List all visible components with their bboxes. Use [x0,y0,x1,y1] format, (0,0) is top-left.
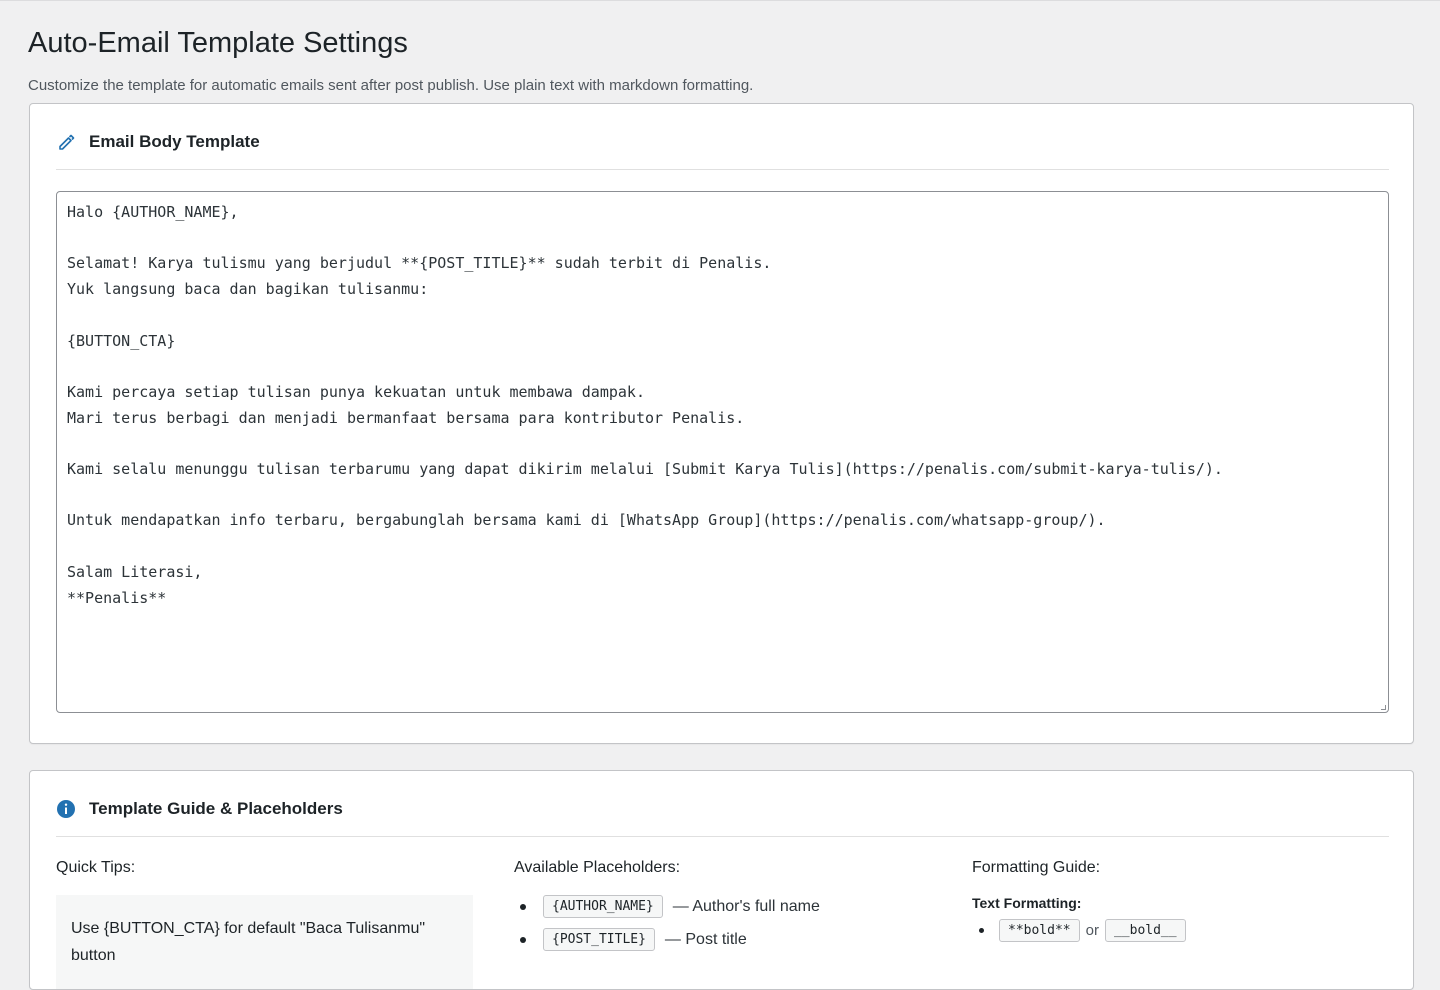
page-title: Auto-Email Template Settings [28,27,408,59]
or-label: or [1085,922,1099,939]
email-template-editor-frame [56,191,1389,713]
placeholders-heading: Available Placeholders: [514,859,681,876]
settings-page: Auto-Email Template Settings Customize t… [0,0,1440,990]
list-item: **bold** or __bold__ [979,919,1392,942]
bullet-icon [520,903,526,910]
bullet-icon [979,928,984,933]
template-guide-card-title: Template Guide & Placeholders [89,799,343,818]
page-description: Customize the template for automatic ema… [28,77,754,94]
template-guide-card-header: Template Guide & Placeholders [56,795,1389,837]
formatting-guide-section: Formatting Guide: Text Formatting: **bol… [972,859,1392,942]
text-formatting-subheading: Text Formatting: [972,895,1082,911]
email-body-card: Email Body Template [29,103,1414,744]
placeholder-description: — Author's full name [672,897,820,915]
resize-handle[interactable] [1381,705,1386,710]
placeholders-section: Available Placeholders: {AUTHOR_NAME} — … [514,859,934,961]
formatting-guide-heading: Formatting Guide: [972,859,1101,876]
bold-syntax-a: **bold** [999,919,1080,942]
template-guide-card: Template Guide & Placeholders Quick Tips… [29,770,1414,990]
email-template-editor[interactable] [57,192,1388,712]
quick-tips-heading: Quick Tips: [56,859,136,876]
placeholder-list: {AUTHOR_NAME} — Author's full name {POST… [514,895,934,951]
email-body-card-header: Email Body Template [56,128,1389,170]
placeholder-code: {AUTHOR_NAME} [543,895,663,918]
quick-tip-box: Use {BUTTON_CTA} for default "Baca Tulis… [56,895,473,989]
pencil-icon [56,132,76,152]
list-item: {AUTHOR_NAME} — Author's full name [514,895,934,918]
list-item: {POST_TITLE} — Post title [514,928,934,951]
bold-syntax-b: __bold__ [1104,919,1186,942]
info-icon [56,799,76,819]
placeholder-description: — Post title [664,930,747,948]
quick-tips-section: Quick Tips: Use {BUTTON_CTA} for default… [56,859,473,989]
bullet-icon [520,936,526,943]
email-body-card-title: Email Body Template [89,132,260,151]
placeholder-code: {POST_TITLE} [543,928,655,951]
